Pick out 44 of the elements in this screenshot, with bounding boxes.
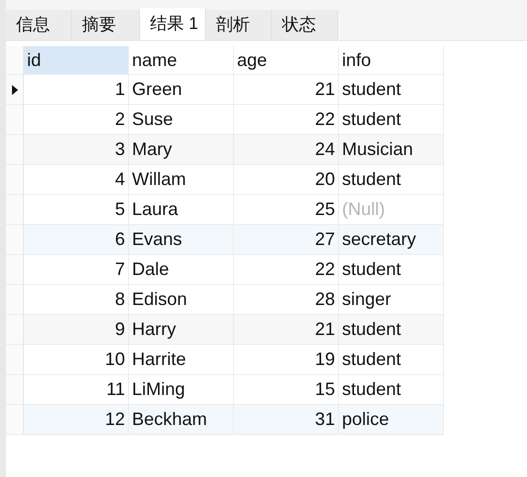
table-cell: secretary	[339, 225, 444, 255]
table-cell: 1	[24, 75, 129, 105]
table-cell: 27	[234, 225, 339, 255]
table-cell: Dale	[129, 255, 234, 285]
table-cell: 19	[234, 345, 339, 375]
table-cell: 4	[24, 165, 129, 195]
table-cell: 24	[234, 135, 339, 165]
table-cell: 21	[234, 315, 339, 345]
table-cell: student	[339, 255, 444, 285]
tab[interactable]: 信息	[6, 10, 72, 40]
table-cell: Harry	[129, 315, 234, 345]
table-cell: 20	[234, 165, 339, 195]
tab[interactable]: 状态	[272, 10, 338, 40]
table-cell: 21	[234, 75, 339, 105]
table-cell: 10	[24, 345, 129, 375]
table-cell: Beckham	[129, 405, 234, 435]
table-cell: 6	[24, 225, 129, 255]
table-cell: student	[339, 345, 444, 375]
table-cell: 3	[24, 135, 129, 165]
column-header[interactable]: name	[129, 46, 234, 75]
tab[interactable]: 摘要	[72, 10, 140, 40]
table-cell: police	[339, 405, 444, 435]
table-cell: 7	[24, 255, 129, 285]
column-header[interactable]: info	[339, 46, 444, 75]
table-cell: student	[339, 315, 444, 345]
table-cell: 31	[234, 405, 339, 435]
table-cell: Musician	[339, 135, 444, 165]
header-corner	[6, 46, 24, 75]
row-indicator[interactable]	[6, 75, 24, 105]
table-cell: Green	[129, 75, 234, 105]
table-cell: Evans	[129, 225, 234, 255]
column-header[interactable]: id	[24, 46, 129, 75]
table-cell: Mary	[129, 135, 234, 165]
column-header[interactable]: age	[234, 46, 339, 75]
tab[interactable]: 结果 1	[140, 8, 206, 40]
table-cell: student	[339, 75, 444, 105]
table-cell: 22	[234, 255, 339, 285]
table-cell: Willam	[129, 165, 234, 195]
tab[interactable]: 剖析	[206, 10, 272, 40]
table-cell: 12	[24, 405, 129, 435]
row-pointer-icon	[12, 84, 18, 94]
table-cell: Harrite	[129, 345, 234, 375]
table-cell: student	[339, 165, 444, 195]
table-cell: 9	[24, 315, 129, 345]
